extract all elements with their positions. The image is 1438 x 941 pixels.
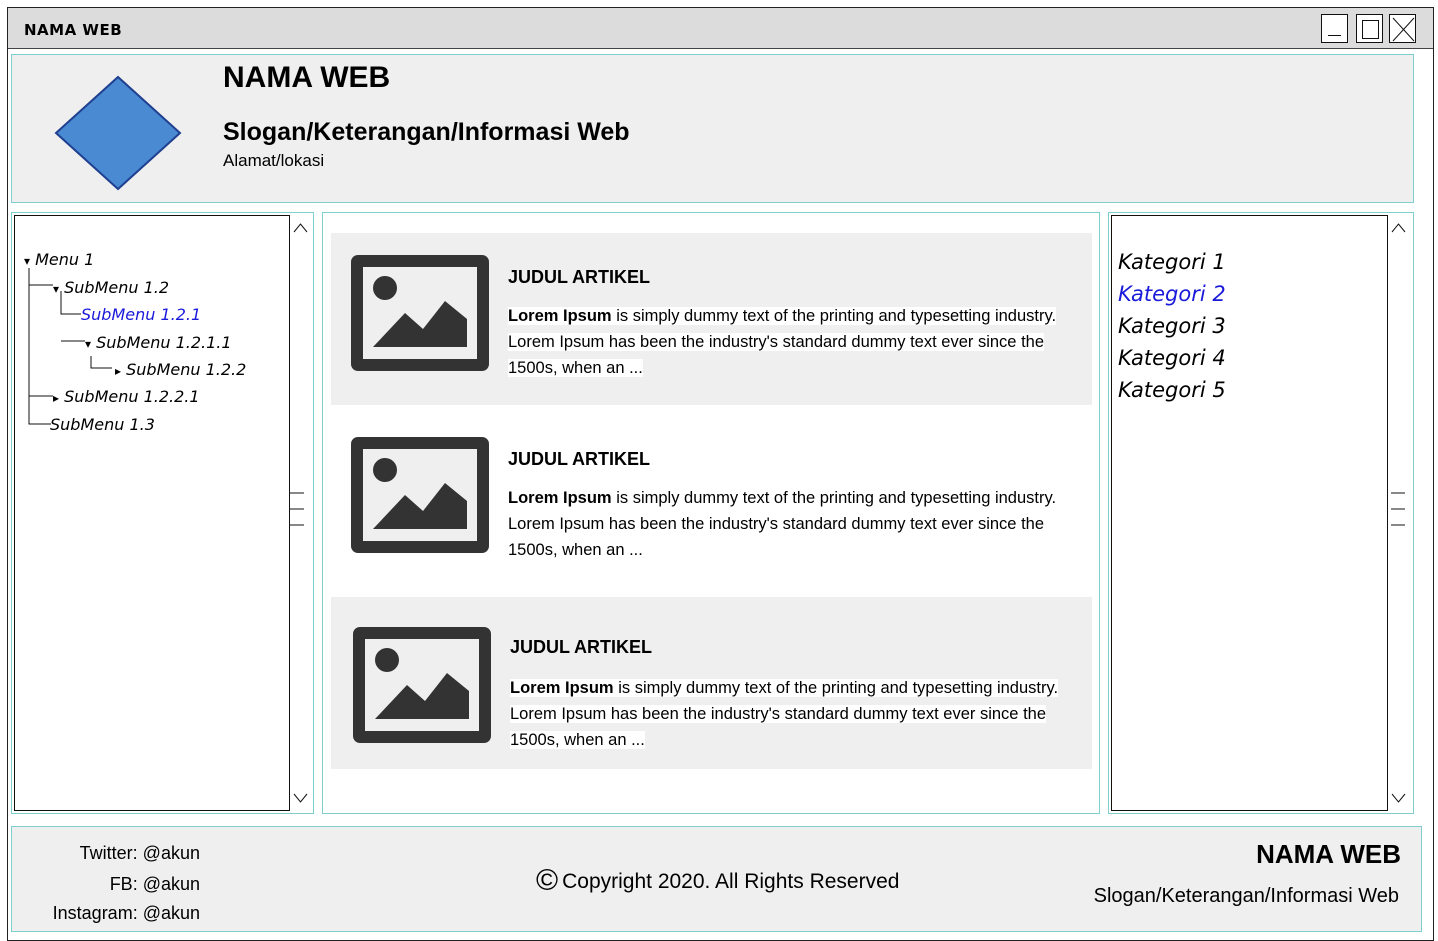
- article-excerpt: Lorem Ipsum is simply dummy text of the …: [508, 307, 1057, 377]
- article-excerpt: Lorem Ipsum is simply dummy text of the …: [510, 679, 1059, 749]
- menu-item-submenu-1-2-2-1[interactable]: ▸ SubMenu 1.2.2.1: [53, 387, 200, 406]
- menu-scrollbar[interactable]: [289, 215, 311, 811]
- maximize-button[interactable]: [1356, 14, 1383, 43]
- category-item[interactable]: Kategori 5: [1118, 378, 1226, 402]
- article-card[interactable]: JUDUL ARTIKEL Lorem Ipsum is simply dumm…: [331, 415, 1092, 587]
- scroll-down-arrow-icon[interactable]: [290, 787, 311, 809]
- close-button[interactable]: [1389, 14, 1416, 43]
- footer-slogan: Slogan/Keterangan/Informasi Web: [1093, 885, 1399, 907]
- window-title: NAMA WEB: [24, 21, 123, 39]
- facebook-link[interactable]: FB: @akun: [110, 874, 200, 895]
- copyright-notice: © Copyright 2020. All Rights Reserved: [536, 864, 900, 897]
- scroll-up-arrow-icon[interactable]: [1388, 217, 1409, 239]
- menu-item-menu-1[interactable]: ▾ Menu 1: [24, 250, 94, 269]
- image-placeholder-icon: [353, 627, 491, 743]
- scroll-up-arrow-icon[interactable]: [290, 217, 311, 239]
- site-title: NAMA WEB: [223, 61, 391, 94]
- category-item[interactable]: Kategori 1: [1118, 250, 1226, 274]
- article-card[interactable]: JUDUL ARTIKEL Lorem Ipsum is simply dumm…: [331, 597, 1092, 769]
- category-item[interactable]: Kategori 4: [1118, 346, 1226, 370]
- article-title[interactable]: JUDUL ARTIKEL: [508, 449, 650, 470]
- scroll-down-arrow-icon[interactable]: [1388, 787, 1409, 809]
- category-item[interactable]: Kategori 3: [1118, 314, 1226, 338]
- scroll-thumb[interactable]: [1391, 492, 1405, 526]
- image-placeholder-icon: [351, 437, 489, 553]
- category-scrollbar[interactable]: [1387, 215, 1409, 811]
- article-title[interactable]: JUDUL ARTIKEL: [508, 267, 650, 288]
- title-bar: NAMA WEB: [8, 8, 1433, 49]
- copyright-icon: ©: [536, 864, 559, 897]
- minimize-button[interactable]: [1321, 14, 1348, 43]
- article-excerpt: Lorem Ipsum is simply dummy text of the …: [508, 489, 1057, 559]
- article-card[interactable]: JUDUL ARTIKEL Lorem Ipsum is simply dumm…: [331, 233, 1092, 405]
- menu-item-submenu-1-2-1[interactable]: SubMenu 1.2.1: [81, 305, 201, 324]
- menu-item-submenu-1-2-1-1[interactable]: ▾ SubMenu 1.2.1.1: [85, 333, 232, 352]
- diamond-logo-icon: [54, 75, 182, 191]
- menu-item-submenu-1-3[interactable]: SubMenu 1.3: [50, 415, 155, 434]
- instagram-link[interactable]: Instagram: @akun: [53, 903, 200, 924]
- close-icon: [1392, 17, 1415, 42]
- menu-panel: ▾ Menu 1 ▾ SubMenu 1.2 SubMenu 1.2.1 ▾ S…: [11, 212, 314, 814]
- article-title[interactable]: JUDUL ARTIKEL: [510, 637, 652, 658]
- twitter-link[interactable]: Twitter: @akun: [80, 843, 200, 864]
- menu-tree: ▾ Menu 1 ▾ SubMenu 1.2 SubMenu 1.2.1 ▾ S…: [14, 215, 311, 811]
- site-footer: Twitter: @akun FB: @akun Instagram: @aku…: [11, 826, 1422, 932]
- menu-item-submenu-1-2[interactable]: ▾ SubMenu 1.2: [53, 278, 169, 297]
- scroll-thumb[interactable]: [290, 492, 304, 526]
- site-header: NAMA WEB Slogan/Keterangan/Informasi Web…: [11, 54, 1414, 203]
- site-slogan: Slogan/Keterangan/Informasi Web: [223, 118, 630, 146]
- image-placeholder-icon: [351, 255, 489, 371]
- menu-item-submenu-1-2-2[interactable]: ▸ SubMenu 1.2.2: [115, 360, 246, 379]
- footer-site-name: NAMA WEB: [1256, 839, 1401, 869]
- category-list: Kategori 1 Kategori 2 Kategori 3 Kategor…: [1111, 215, 1409, 811]
- category-item[interactable]: Kategori 2: [1118, 282, 1226, 306]
- category-panel: Kategori 1 Kategori 2 Kategori 3 Kategor…: [1108, 212, 1414, 814]
- site-address: Alamat/lokasi: [223, 151, 325, 170]
- article-list: JUDUL ARTIKEL Lorem Ipsum is simply dumm…: [322, 212, 1100, 814]
